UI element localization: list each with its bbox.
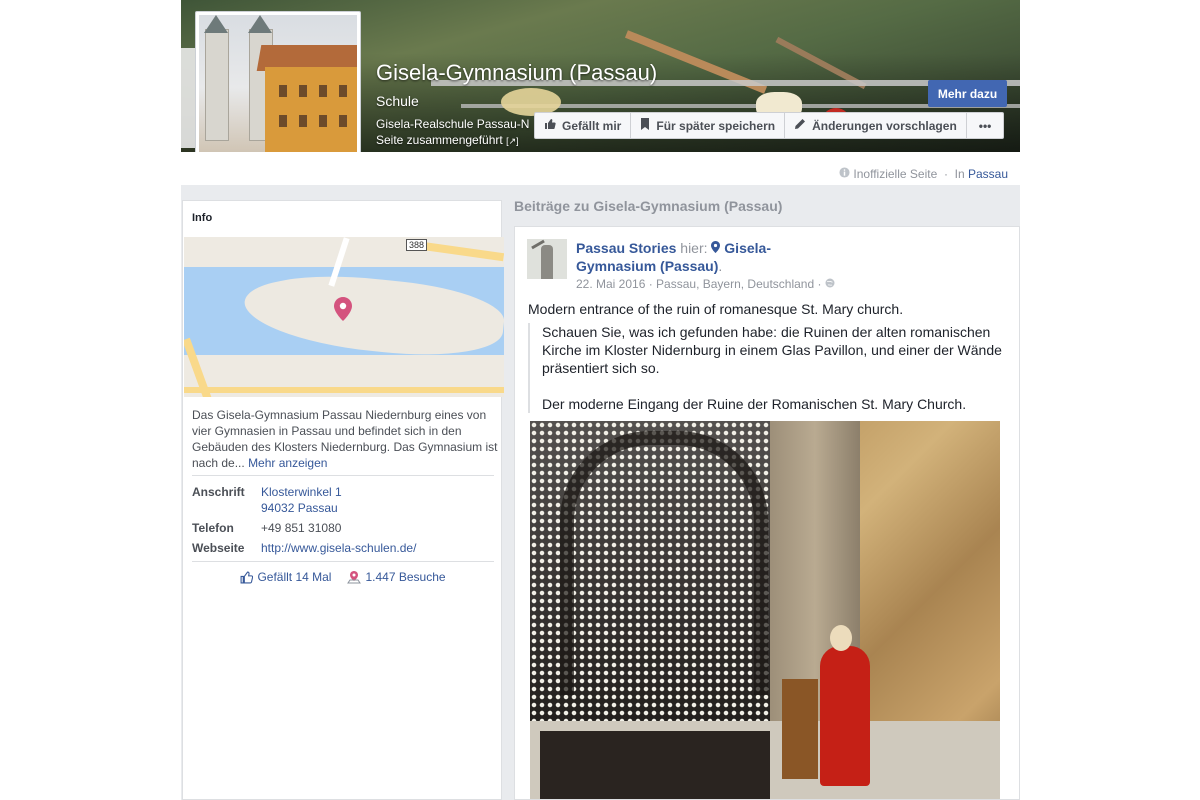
thumbs-up-icon — [544, 118, 556, 133]
location-pin-icon — [711, 239, 721, 257]
bookmark-icon — [640, 118, 650, 133]
divider — [192, 561, 494, 562]
page-stats: Gefällt 14 Mal 1.447 Besuche — [183, 570, 503, 584]
save-button[interactable]: Für später speichern — [631, 113, 786, 138]
meta-in-label: In — [954, 167, 965, 181]
suggest-edits-button[interactable]: Änderungen vorschlagen — [785, 113, 967, 138]
save-button-label: Für später speichern — [656, 118, 776, 133]
address-line-1[interactable]: Klosterwinkel 1 — [261, 484, 461, 500]
meta-separator: · — [943, 167, 948, 181]
description-text: Das Gisela-Gymnasium Passau Niedernburg … — [192, 408, 498, 470]
location-map[interactable]: 388 — [184, 237, 504, 397]
website-row: Webseite http://www.gisela-schulen.de/ — [192, 540, 492, 556]
likes-count: Gefällt 14 Mal — [257, 570, 332, 584]
like-button[interactable]: Gefällt mir — [535, 113, 632, 138]
visits-count: 1.447 Besuche — [365, 570, 446, 584]
unofficial-page-label: Inoffizielle Seite — [853, 167, 938, 181]
phone-row: Telefon +49 851 31080 — [192, 520, 492, 536]
more-options-icon: ••• — [978, 118, 992, 133]
info-icon — [839, 167, 850, 181]
post-photo[interactable] — [530, 421, 1000, 799]
info-heading: Info — [192, 212, 213, 224]
show-more-link[interactable]: Mehr anzeigen — [248, 456, 327, 470]
address-row: Anschrift Klosterwinkel 1 94032 Passau — [192, 484, 492, 516]
more-options-button[interactable]: ••• — [967, 113, 1004, 138]
page-description: Das Gisela-Gymnasium Passau Niedernburg … — [192, 407, 500, 471]
location-end: . — [718, 258, 723, 274]
address-line-2[interactable]: 94032 Passau — [261, 500, 461, 516]
website-link[interactable]: http://www.gisela-schulen.de/ — [261, 540, 461, 556]
merged-notice-text: Seite zusammengeführt — [376, 133, 503, 147]
page-action-bar: Gefällt mir Für später speichern Änderun… — [534, 112, 1005, 139]
post-card: Passau Stories hier: Gisela-Gymnasium (P… — [514, 226, 1020, 800]
translation-paragraph-1: Schauen Sie, was ich gefunden habe: die … — [542, 324, 1002, 376]
pencil-icon — [794, 118, 806, 133]
checkin-pin-icon — [347, 570, 362, 584]
posts-heading: Beiträge zu Gisela-Gymnasium (Passau) — [514, 198, 783, 214]
author-avatar[interactable] — [527, 239, 567, 279]
road-shield: 388 — [406, 239, 428, 251]
location-link[interactable]: Passau — [968, 167, 1008, 181]
map-pin-icon — [334, 297, 352, 326]
likes-stat[interactable]: Gefällt 14 Mal — [240, 570, 331, 584]
post-header: Passau Stories hier: Gisela-Gymnasium (P… — [576, 239, 816, 275]
divider — [192, 475, 494, 476]
post-text: Modern entrance of the ruin of romanesqu… — [528, 301, 904, 317]
website-label: Webseite — [192, 541, 245, 555]
page-meta: Inoffizielle Seite · In Passau — [839, 167, 1008, 181]
suggest-edits-label: Änderungen vorschlagen — [812, 118, 957, 133]
info-card: Info 388 Das Gisela-Gymnasium Passau Nie… — [182, 200, 504, 800]
globe-icon — [825, 277, 835, 291]
post-date-text: 22. Mai 2016 · Passau, Bayern, Deutschla… — [576, 277, 822, 291]
post-timestamp[interactable]: 22. Mai 2016 · Passau, Bayern, Deutschla… — [576, 277, 835, 291]
merged-notice-name[interactable]: Gisela-Realschule Passau-N — [376, 116, 546, 132]
page-subbar: Inoffizielle Seite · In Passau — [181, 152, 1020, 185]
page-title[interactable]: Gisela-Gymnasium (Passau) — [376, 60, 657, 86]
author-name-link[interactable]: Passau Stories — [576, 240, 676, 256]
thumbs-up-icon — [240, 571, 254, 584]
post-translation: Schauen Sie, was ich gefunden habe: die … — [528, 323, 1012, 413]
visits-stat[interactable]: 1.447 Besuche — [347, 570, 446, 584]
facebook-page: Gisela-Gymnasium (Passau) Schule Gisela-… — [181, 0, 1020, 800]
translation-paragraph-2: Der moderne Eingang der Ruine der Romani… — [542, 396, 967, 412]
author-suffix: hier: — [680, 240, 708, 256]
phone-value: +49 851 31080 — [261, 521, 342, 535]
learn-more-button[interactable]: Mehr dazu — [928, 80, 1007, 107]
page-category[interactable]: Schule — [376, 93, 419, 109]
like-button-label: Gefällt mir — [562, 118, 622, 133]
phone-label: Telefon — [192, 521, 234, 535]
external-link-icon[interactable]: [↗] — [506, 136, 519, 146]
merged-notice: Gisela-Realschule Passau-N Seite zusamme… — [376, 116, 546, 149]
address-label: Anschrift — [192, 485, 245, 499]
